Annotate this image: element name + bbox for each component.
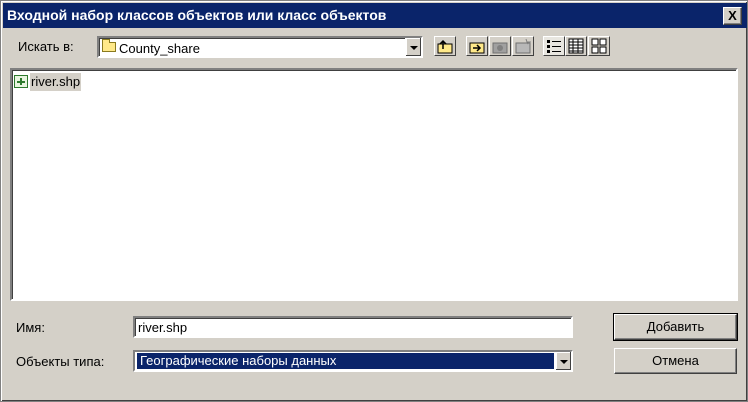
look-in-label: Искать в: [18,39,74,54]
name-label: Имя: [16,320,45,335]
thumbnails-view-button[interactable] [588,36,610,56]
up-folder-icon [437,39,453,54]
connect-folder-icon [469,42,485,54]
disconnect-folder-icon [492,42,508,54]
thumbnails-view-icon [591,38,607,54]
look-in-value: County_share [119,41,200,56]
folder-icon [102,39,116,52]
details-view-icon [568,38,584,54]
up-folder-button[interactable] [434,36,456,56]
file-name: river.shp [30,73,82,91]
type-dropdown[interactable]: Географические наборы данных [133,350,573,372]
add-button[interactable]: Добавить [613,313,738,341]
add-data-dialog: Входной набор классов объектов или класс… [0,0,748,402]
file-list[interactable]: river.shp [10,68,738,301]
close-button[interactable]: X [723,7,742,25]
look-in-dropdown[interactable]: County_share [97,36,423,58]
cancel-button[interactable]: Отмена [614,348,737,374]
name-input[interactable]: river.shp [133,316,573,338]
connect-folder-button[interactable] [466,36,488,56]
list-view-icon [547,40,561,53]
title-bar: Входной набор классов объектов или класс… [3,3,747,28]
new-folder-icon [515,38,531,54]
shapefile-icon [14,75,28,88]
new-folder-button[interactable] [512,36,534,56]
type-label: Объекты типа: [16,354,105,369]
type-value: Географические наборы данных [137,353,554,369]
disconnect-folder-button[interactable] [489,36,511,56]
chevron-down-icon[interactable] [555,352,571,370]
details-view-button[interactable] [565,36,587,56]
window-title: Входной набор классов объектов или класс… [7,7,387,23]
list-view-button[interactable] [543,36,565,56]
chevron-down-icon[interactable] [405,38,421,56]
